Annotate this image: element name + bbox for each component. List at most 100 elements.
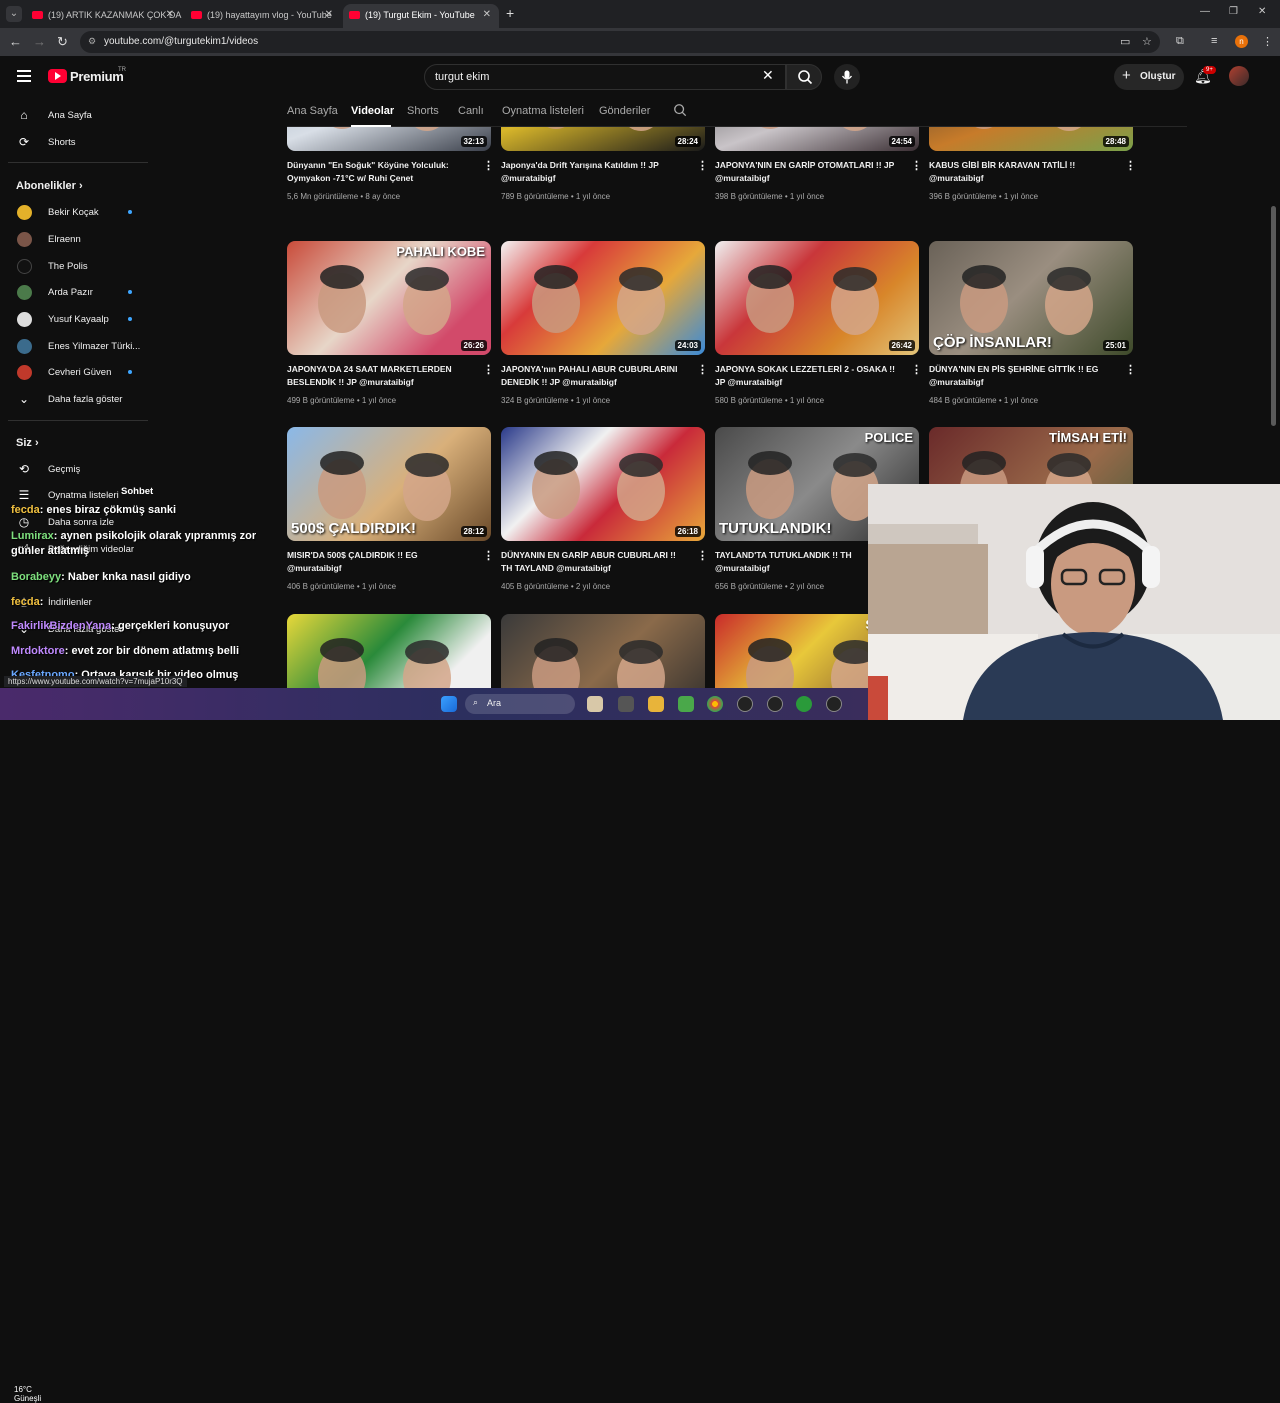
video-title[interactable]: DÜNYA'NIN EN PİS ŞEHRİNE GİTTİK !! EG @m… [929, 363, 1115, 389]
video-card[interactable]: 28:48 KABUS GİBİ BİR KARAVAN TATİLİ !! @m… [929, 127, 1136, 227]
tab-playlists[interactable]: Oynatma listeleri [502, 105, 584, 117]
tab-live[interactable]: Canlı [458, 105, 484, 117]
video-thumbnail[interactable]: 28:24 [501, 127, 705, 151]
windows-start-icon[interactable] [441, 696, 457, 712]
tab-videos[interactable]: Videolar [351, 105, 394, 117]
video-card[interactable] [287, 614, 491, 692]
browser-tab-2[interactable]: (19) hayattayım vlog - YouTube ✕ [185, 4, 341, 28]
widget-app-icon[interactable] [587, 696, 603, 712]
sidebar-sub-item[interactable]: Arda Pazır [0, 281, 160, 305]
browser-tab-1[interactable]: (19) ARTIK KAZANMAK ÇOK DA ✕ [26, 4, 182, 28]
minimize-icon[interactable]: — [1200, 6, 1210, 17]
video-card[interactable]: 24:03 JAPONYA'nın PAHALI ABUR CUBURLARINI… [501, 241, 708, 431]
reload-icon[interactable]: ↻ [57, 34, 68, 50]
tab-posts[interactable]: Gönderiler [599, 105, 650, 117]
video-thumbnail[interactable] [287, 614, 491, 692]
extensions-icon[interactable]: ⧉ [1176, 35, 1184, 48]
video-more-options-icon[interactable]: ⋮ [483, 363, 494, 376]
video-thumbnail[interactable]: 24:03 [501, 241, 705, 355]
weather-widget[interactable]: 16°C Güneşli [14, 1385, 41, 1403]
video-more-options-icon[interactable]: ⋮ [911, 363, 922, 376]
sidebar-sub-item[interactable]: Elraenn [0, 228, 160, 252]
task-view-icon[interactable] [618, 696, 634, 712]
video-title[interactable]: DÜNYANIN EN GARİP ABUR CUBURLARI !! TH T… [501, 549, 687, 575]
site-info-icon[interactable]: ⚙ [88, 36, 96, 47]
browser-menu-icon[interactable]: ⋮ [1262, 35, 1273, 48]
back-icon[interactable]: ← [9, 34, 22, 49]
account-avatar[interactable] [1229, 66, 1249, 86]
tab-search-menu-icon[interactable]: ⌄ [6, 6, 22, 22]
video-more-options-icon[interactable]: ⋮ [697, 363, 708, 376]
video-more-options-icon[interactable]: ⋮ [1125, 363, 1136, 376]
forward-icon[interactable]: → [33, 34, 46, 49]
channel-search-icon[interactable] [673, 103, 687, 117]
sidebar-sub-item[interactable]: Enes Yilmazer Türki... [0, 335, 160, 359]
video-title[interactable]: MISIR'DA 500$ ÇALDIRDIK !! EG @murataibi… [287, 549, 473, 575]
app-icon-2[interactable] [826, 696, 842, 712]
search-button[interactable] [786, 64, 822, 90]
video-more-options-icon[interactable]: ⋮ [483, 549, 494, 562]
video-thumbnail[interactable]: 28:48 [929, 127, 1133, 151]
reading-list-icon[interactable]: ≡ [1211, 35, 1217, 47]
tab-home[interactable]: Ana Sayfa [287, 105, 338, 117]
restore-icon[interactable]: ❐ [1229, 6, 1238, 17]
subscriptions-heading[interactable]: Abonelikler › [16, 180, 83, 192]
video-thumbnail[interactable]: 500$ ÇALDIRDIK! 28:12 [287, 427, 491, 541]
xbox-icon[interactable] [796, 696, 812, 712]
video-more-options-icon[interactable]: ⋮ [697, 549, 708, 562]
video-card[interactable]: 28:24 Japonya'da Drift Yarışına Katıldım … [501, 127, 708, 227]
sidebar-sub-item[interactable]: Yusuf Kayaalp [0, 308, 160, 332]
video-title[interactable]: JAPONYA SOKAK LEZZETLERİ 2 - OSAKA !! JP… [715, 363, 901, 389]
notepad-icon[interactable] [678, 696, 694, 712]
video-thumbnail[interactable]: ÇÖP İNSANLAR! 25:01 [929, 241, 1133, 355]
video-title[interactable]: KABUS GİBİ BİR KARAVAN TATİLİ !! @murata… [929, 159, 1115, 185]
cast-icon[interactable]: ▭ [1120, 35, 1130, 48]
search-input[interactable]: turgut ekim [424, 64, 786, 90]
youtube-logo-icon[interactable] [48, 69, 67, 83]
taskbar-search-input[interactable]: ⌕ Ara [465, 694, 575, 714]
video-card[interactable] [501, 614, 705, 692]
video-card[interactable]: 500$ ÇALDIRDIK! 28:12 MISIR'DA 500$ ÇALDIR… [287, 427, 494, 617]
page-scrollbar-thumb[interactable] [1271, 206, 1276, 426]
clear-search-icon[interactable]: ✕ [762, 67, 774, 84]
video-title[interactable]: JAPONYA'nın PAHALI ABUR CUBURLARINI DENE… [501, 363, 687, 389]
sidebar-item-history[interactable]: ⟲ Geçmiş [0, 458, 160, 482]
close-tab-icon[interactable]: ✕ [166, 9, 174, 20]
tab-shorts[interactable]: Shorts [407, 105, 439, 117]
video-title[interactable]: Japonya'da Drift Yarışına Katıldım !! JP… [501, 159, 687, 185]
steam-icon[interactable] [767, 696, 783, 712]
bookmark-star-icon[interactable]: ☆ [1142, 35, 1152, 48]
video-thumbnail[interactable] [501, 614, 705, 692]
video-card[interactable]: PAHALI KOBE 26:26 JAPONYA'DA 24 SAAT MARKE… [287, 241, 494, 431]
video-thumbnail[interactable]: 24:54 [715, 127, 919, 151]
video-thumbnail[interactable]: 26:42 [715, 241, 919, 355]
voice-search-button[interactable] [834, 64, 860, 90]
you-heading[interactable]: Siz › [16, 437, 39, 449]
close-window-icon[interactable]: ✕ [1258, 6, 1266, 17]
sidebar-item-home[interactable]: ⌂ Ana Sayfa [0, 104, 160, 128]
video-more-options-icon[interactable]: ⋮ [1125, 159, 1136, 172]
video-card[interactable]: 26:42 JAPONYA SOKAK LEZZETLERİ 2 - OSAKA … [715, 241, 922, 431]
sidebar-sub-item[interactable]: Cevheri Güven [0, 361, 160, 385]
video-card[interactable]: 24:54 JAPONYA'NIN EN GARİP OTOMATLARI !! … [715, 127, 922, 227]
video-thumbnail[interactable]: 26:18 [501, 427, 705, 541]
browser-tab-3[interactable]: (19) Turgut Ekim - YouTube ✕ [343, 4, 499, 28]
video-title[interactable]: JAPONYA'NIN EN GARİP OTOMATLARI !! JP @m… [715, 159, 901, 185]
sidebar-item-shorts[interactable]: ⟳ Shorts [0, 131, 160, 155]
app-icon-1[interactable] [737, 696, 753, 712]
video-more-options-icon[interactable]: ⋮ [911, 159, 922, 172]
video-card[interactable]: ÇÖP İNSANLAR! 25:01 DÜNYA'NIN EN PİS ŞEHRİ… [929, 241, 1136, 431]
video-more-options-icon[interactable]: ⋮ [483, 159, 494, 172]
sidebar-sub-item[interactable]: Bekir Koçak [0, 201, 160, 225]
close-tab-icon[interactable]: ✕ [325, 9, 333, 20]
video-card[interactable]: 26:18 DÜNYANIN EN GARİP ABUR CUBURLARI !!… [501, 427, 708, 617]
video-thumbnail[interactable]: PAHALI KOBE 26:26 [287, 241, 491, 355]
sidebar-sub-item[interactable]: The Polis [0, 255, 160, 279]
sidebar-show-more[interactable]: ⌄ Daha fazla göster [0, 388, 160, 412]
browser-profile-avatar[interactable]: n [1235, 35, 1248, 48]
video-title[interactable]: Dünyanın "En Soğuk" Köyüne Yolculuk: Oym… [287, 159, 473, 185]
url-field[interactable]: ⚙ youtube.com/@turgutekim1/videos [80, 31, 1160, 53]
video-thumbnail[interactable]: 32:13 [287, 127, 491, 151]
hamburger-menu-icon[interactable] [17, 70, 31, 82]
create-button[interactable]: + Oluştur [1114, 64, 1184, 90]
